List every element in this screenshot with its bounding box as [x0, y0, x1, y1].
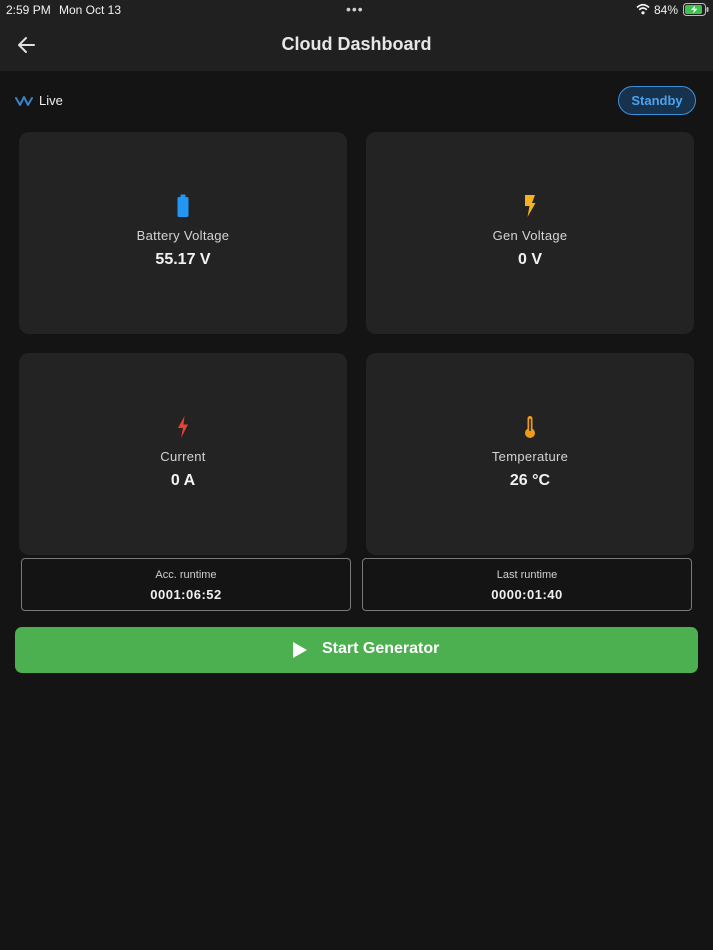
- multitasking-dots-icon[interactable]: •••: [346, 1, 364, 17]
- start-generator-button[interactable]: Start Generator: [15, 627, 698, 673]
- page-title: Cloud Dashboard: [281, 34, 432, 54]
- thermometer-icon: [525, 416, 535, 438]
- last-runtime-label: Last runtime: [496, 569, 558, 581]
- metric-label: Gen Voltage: [492, 228, 568, 243]
- flash-icon: [178, 416, 188, 438]
- temperature-card: Temperature 26 °C: [366, 353, 694, 555]
- metric-label: Current: [160, 449, 206, 464]
- metric-value: 0 A: [170, 472, 196, 489]
- start-generator-label: Start Generator: [322, 640, 440, 657]
- battery-icon: [177, 194, 189, 217]
- status-date: Mon Oct 13: [59, 3, 122, 17]
- last-runtime-box: Last runtime 0000:01:40: [362, 558, 692, 611]
- metric-value: 55.17 V: [155, 251, 211, 268]
- nav-bar: Cloud Dashboard: [0, 20, 713, 71]
- status-bar: 2:59 PM Mon Oct 13 ••• 84%: [0, 0, 713, 20]
- play-icon: [293, 642, 307, 658]
- live-label: Live: [39, 93, 63, 108]
- battery-voltage-card: Battery Voltage 55.17 V: [19, 132, 347, 334]
- gen-voltage-card: Gen Voltage 0 V: [366, 132, 694, 334]
- acc-runtime-box: Acc. runtime 0001:06:52: [21, 558, 351, 611]
- bolt-icon: [525, 195, 536, 217]
- last-runtime-value: 0000:01:40: [491, 587, 563, 602]
- metric-label: Temperature: [491, 449, 569, 464]
- acc-runtime-label: Acc. runtime: [155, 569, 217, 581]
- standby-status-badge[interactable]: Standby: [618, 86, 696, 115]
- metric-value: 26 °C: [509, 472, 551, 489]
- status-time: 2:59 PM: [6, 3, 51, 17]
- wifi-icon: [636, 3, 650, 18]
- metric-label: Battery Voltage: [136, 228, 230, 243]
- battery-charging-icon: [683, 3, 709, 19]
- acc-runtime-value: 0001:06:52: [150, 587, 222, 602]
- battery-percent: 84%: [654, 3, 679, 17]
- current-card: Current 0 A: [19, 353, 347, 555]
- wave-icon: [15, 96, 33, 106]
- metric-value: 0 V: [517, 251, 542, 268]
